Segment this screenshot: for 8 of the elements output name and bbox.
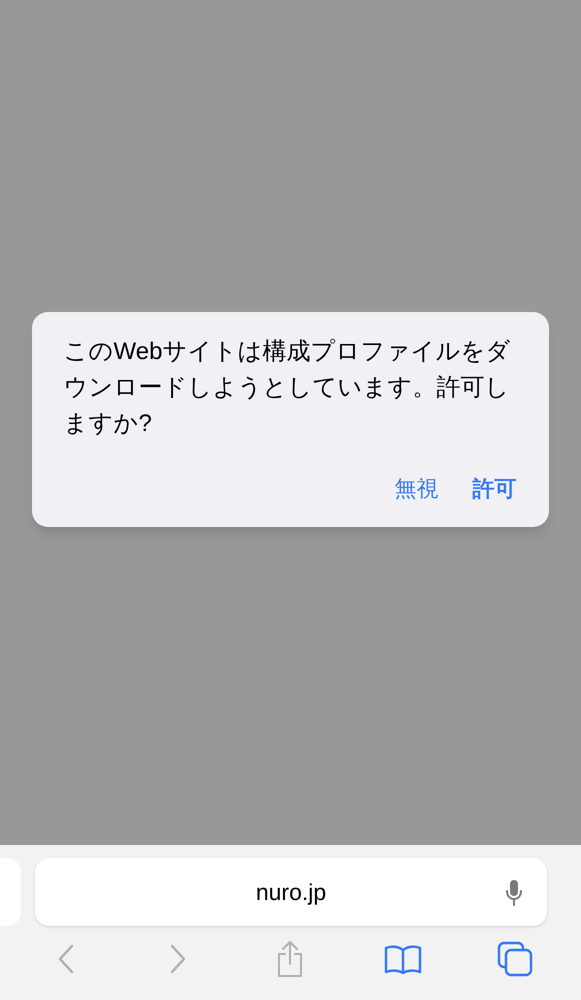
- tabs-icon[interactable]: [496, 941, 533, 977]
- microphone-icon[interactable]: [505, 879, 523, 907]
- book-icon[interactable]: [384, 944, 422, 974]
- url-text: nuro.jp: [256, 878, 326, 907]
- address-bar[interactable]: nuro.jp: [35, 858, 547, 926]
- dialog-button[interactable]: 許可: [472, 472, 516, 505]
- alert-message: このWebサイトは構成プロファイルをダウンロードしようとしています。許可しますか?: [64, 337, 512, 439]
- dialog-button[interactable]: 無視: [394, 472, 438, 505]
